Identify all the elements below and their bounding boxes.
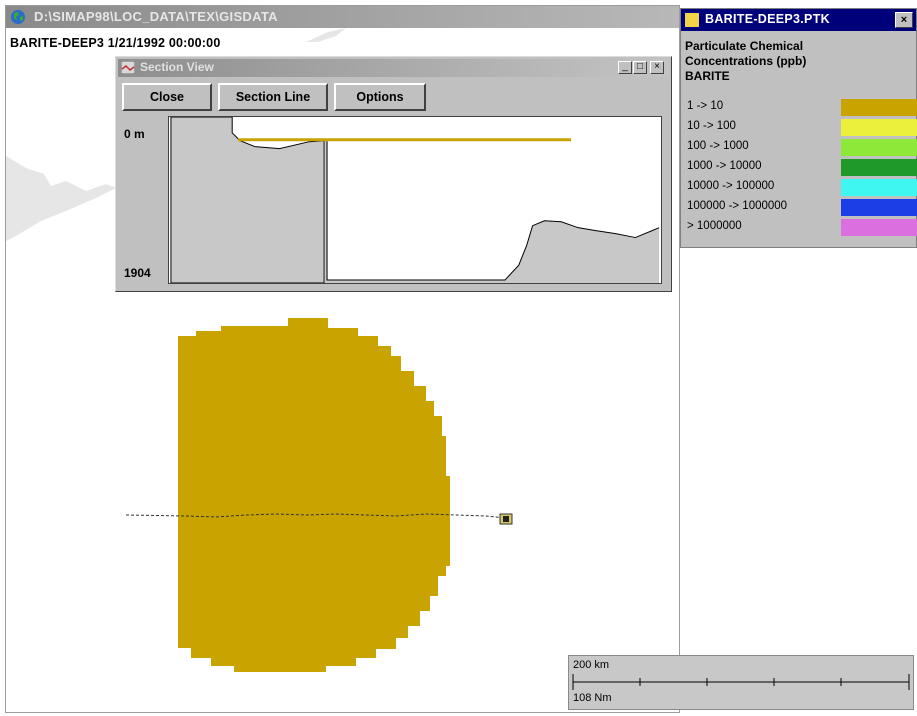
legend-swatch: [841, 199, 917, 216]
legend-item-label: 10000 -> 100000: [687, 180, 775, 192]
depth-top-label: 0 m: [124, 127, 145, 141]
legend-item-label: 10 -> 100: [687, 120, 736, 132]
maximize-button[interactable]: □: [633, 61, 647, 74]
legend-heading-line1: Particulate Chemical: [685, 39, 804, 53]
legend-item-label: 100000 -> 1000000: [687, 200, 788, 212]
map-window-titlebar[interactable]: D:\SIMAP98\LOC_DATA\TEX\GISDATA: [6, 6, 679, 28]
legend-swatch: [841, 219, 917, 236]
legend-item-label: > 1000000: [687, 220, 742, 232]
close-button[interactable]: Close: [122, 83, 212, 111]
legend-chemical: BARITE: [685, 69, 730, 83]
legend-window: BARITE-DEEP3.PTK × Particulate Chemical …: [680, 8, 917, 248]
legend-app-icon: [685, 13, 699, 27]
legend-close-icon[interactable]: ×: [895, 12, 913, 28]
scale-bar: 200 km 108 Nm: [568, 655, 914, 710]
legend-item-label: 1000 -> 10000: [687, 160, 762, 172]
barite-plume: [178, 318, 450, 672]
section-line-button[interactable]: Section Line: [218, 83, 328, 111]
simulation-label: BARITE-DEEP3 1/21/1992 00:00:00: [10, 36, 221, 50]
legend-item-label: 100 -> 1000: [687, 140, 749, 152]
section-view-titlebar[interactable]: Section View _ □ ×: [118, 59, 669, 77]
legend-swatch: [841, 159, 917, 176]
legend-title: BARITE-DEEP3.PTK: [705, 12, 830, 26]
depth-bottom-label: 1904: [124, 266, 151, 280]
section-app-icon: [121, 61, 135, 74]
scale-nm-label: 108 Nm: [573, 692, 612, 704]
legend-swatch: [841, 119, 917, 136]
scale-ruler: [572, 674, 910, 690]
section-close-icon[interactable]: ×: [650, 61, 664, 74]
legend-swatch: [841, 99, 917, 116]
options-button[interactable]: Options: [334, 83, 426, 111]
coastline-lower: [6, 156, 116, 241]
seabed-profile-left: [170, 117, 325, 283]
section-view-title: Section View: [140, 60, 214, 74]
legend-swatch: [841, 179, 917, 196]
minimize-button[interactable]: _: [618, 61, 632, 74]
legend-item-label: 1 -> 10: [687, 100, 724, 112]
scale-km-label: 200 km: [573, 659, 610, 671]
legend-heading-line2: Concentrations (ppb): [685, 54, 807, 68]
release-site-icon: [499, 513, 513, 525]
coastline: [306, 28, 346, 42]
section-view-window: Section View _ □ × Close Section Line Op…: [115, 56, 672, 292]
map-window-title: D:\SIMAP98\LOC_DATA\TEX\GISDATA: [34, 9, 278, 24]
globe-icon: [11, 10, 25, 24]
legend-swatch: [841, 139, 917, 156]
section-profile-plot: [168, 116, 662, 284]
legend-titlebar[interactable]: BARITE-DEEP3.PTK ×: [681, 9, 916, 31]
